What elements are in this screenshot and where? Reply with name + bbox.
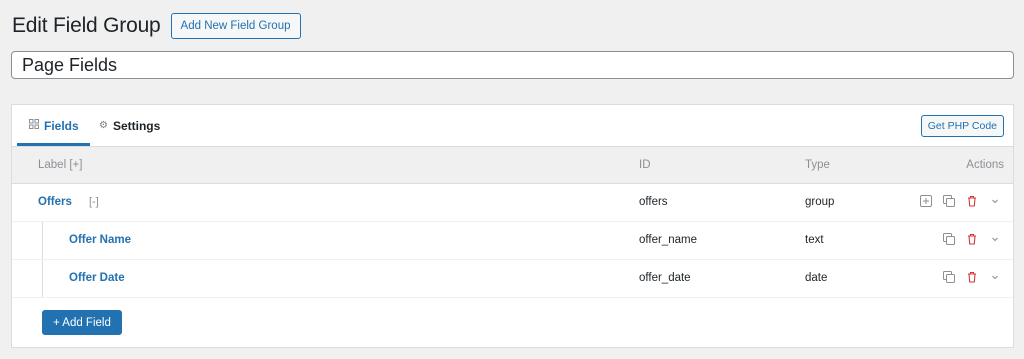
field-label-link[interactable]: Offer Name bbox=[69, 234, 131, 246]
field-id: offer_name bbox=[639, 234, 697, 246]
table-row: Offers [-] offers group bbox=[12, 184, 1013, 222]
tab-fields[interactable]: Fields bbox=[17, 105, 90, 146]
row-actions bbox=[913, 271, 1013, 287]
gear-icon: ⚙ bbox=[99, 120, 108, 131]
column-label[interactable]: Label [+] bbox=[38, 159, 82, 171]
collapse-toggle[interactable]: [-] bbox=[89, 196, 99, 208]
chevron-down-icon[interactable] bbox=[989, 195, 1003, 209]
page-header: Edit Field Group Add New Field Group bbox=[12, 12, 301, 40]
page-title: Edit Field Group bbox=[12, 14, 161, 37]
field-id: offer_date bbox=[639, 272, 691, 284]
nesting-guide bbox=[42, 260, 43, 297]
field-label-link[interactable]: Offer Date bbox=[69, 272, 125, 284]
row-actions bbox=[913, 195, 1013, 211]
fields-panel: Fields ⚙ Settings Get PHP Code Label [+]… bbox=[11, 104, 1014, 348]
add-subfield-icon[interactable] bbox=[920, 195, 934, 209]
duplicate-icon[interactable] bbox=[943, 195, 957, 209]
chevron-down-icon[interactable] bbox=[989, 233, 1003, 247]
field-type: date bbox=[805, 272, 828, 284]
add-new-field-group-button[interactable]: Add New Field Group bbox=[170, 13, 301, 39]
field-group-title-input[interactable] bbox=[11, 51, 1014, 79]
nesting-guide bbox=[42, 222, 43, 259]
column-actions: Actions bbox=[966, 159, 1004, 171]
tab-settings-label: Settings bbox=[112, 118, 161, 133]
duplicate-icon[interactable] bbox=[943, 233, 957, 247]
panel-tabs: Fields ⚙ Settings Get PHP Code bbox=[12, 105, 1013, 146]
trash-icon[interactable] bbox=[966, 271, 980, 285]
get-php-code-button[interactable]: Get PHP Code bbox=[920, 115, 1004, 137]
trash-icon[interactable] bbox=[966, 233, 980, 247]
tab-settings[interactable]: ⚙ Settings bbox=[99, 105, 160, 146]
chevron-down-icon[interactable] bbox=[989, 271, 1003, 285]
grid-icon bbox=[29, 119, 39, 132]
tab-fields-label: Fields bbox=[44, 118, 79, 133]
field-type: group bbox=[805, 196, 835, 208]
field-id: offers bbox=[639, 196, 668, 208]
column-id: ID bbox=[639, 159, 651, 171]
table-row: Offer Name offer_name text bbox=[12, 222, 1013, 260]
trash-icon[interactable] bbox=[966, 195, 980, 209]
table-row: Offer Date offer_date date bbox=[12, 260, 1013, 298]
field-label-link[interactable]: Offers bbox=[38, 196, 72, 208]
duplicate-icon[interactable] bbox=[943, 271, 957, 285]
column-type: Type bbox=[805, 159, 830, 171]
field-type: text bbox=[805, 234, 824, 246]
row-actions bbox=[913, 233, 1013, 249]
table-header: Label [+] ID Type Actions bbox=[12, 146, 1013, 184]
add-field-button[interactable]: + Add Field bbox=[42, 310, 122, 335]
